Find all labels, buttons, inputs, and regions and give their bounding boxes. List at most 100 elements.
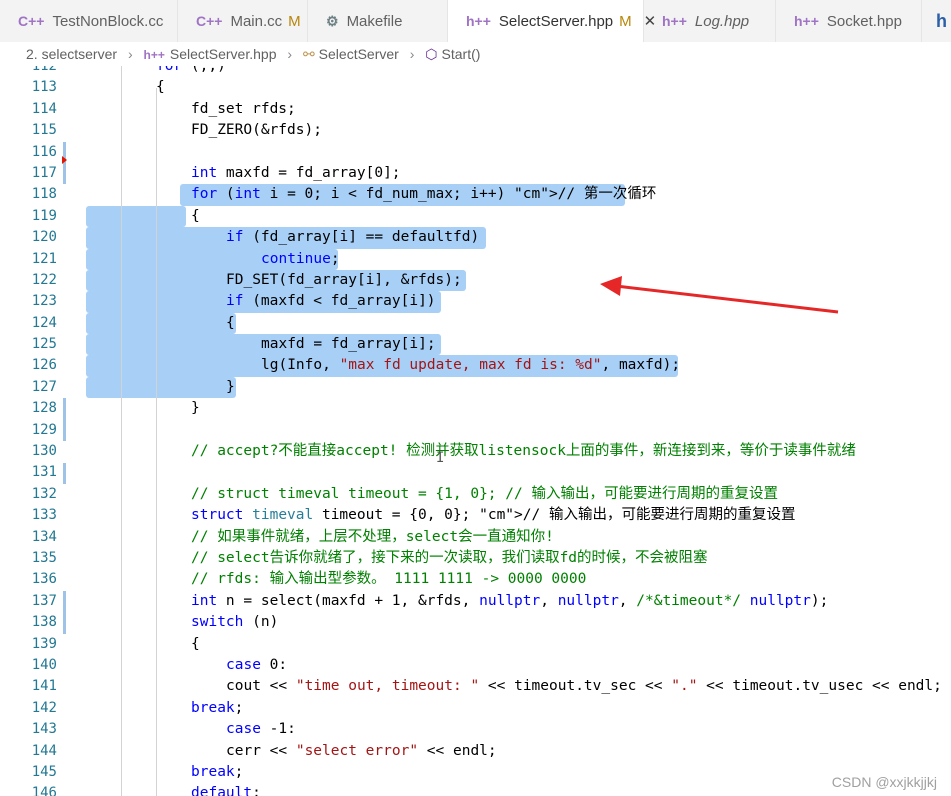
line-number: 120 [31,229,57,246]
code-text: case 0: [226,656,288,673]
code-line[interactable]: 120 if (fd_array[i] == defaultfd) [0,227,951,249]
breadcrumb-file[interactable]: SelectServer.hpp [170,46,277,62]
code-line[interactable]: 134 // 如果事件就绪，上层不处理，select会一直通知你! [0,527,951,548]
code-text: // accept?不能直接accept! 检测并获取listensock上面的… [191,443,856,460]
code-text: cout << "time out, timeout: " << timeout… [226,678,942,695]
selection-highlight [86,376,236,399]
code-text: { [226,314,235,331]
code-lines: 112 for (;;) 113 {114 fd_set rfds; 115 FD_ZERO… [0,66,951,796]
code-line[interactable]: 132 // struct timeval timeout = {1, 0}; /… [0,484,951,505]
tab-testnonblock[interactable]: C++ TestNonBlock.cc [0,0,178,42]
selection-highlight [86,205,186,228]
code-line[interactable]: 126 lg(Info, "max fd update, max fd is: %… [0,355,951,377]
code-line[interactable]: 133 struct timeval timeout = {0, 0}; "cm"… [0,505,951,526]
chevron-right-icon: › [287,46,293,62]
tab-label: Socket.hpp [826,13,902,30]
line-number: 124 [31,314,57,331]
class-symbol-icon: ⚯ [302,46,315,62]
code-line[interactable]: 122 FD_SET(fd_array[i], &rfds); [0,269,951,292]
code-text: case -1: [226,721,296,738]
code-text: fd_set rfds; [191,100,296,117]
code-line[interactable]: 145 break; [0,762,951,783]
code-line[interactable]: 142 break; [0,698,951,719]
line-number: 116 [31,143,57,160]
hpp-file-icon: h [936,11,947,31]
tab-socket[interactable]: h++ Socket.hpp [776,0,922,42]
hpp-file-icon: h++ [794,13,819,29]
code-line[interactable]: 146 default: [0,783,951,796]
code-line[interactable]: 141 cout << "time out, timeout: " << time… [0,676,951,697]
code-line[interactable]: 124 { [0,312,951,335]
line-number: 138 [31,614,57,631]
line-number: 123 [31,293,57,310]
modified-indicator: M [619,13,632,30]
code-line[interactable]: 127} [0,376,951,399]
code-line[interactable]: 131 [0,462,951,483]
code-line[interactable]: 136 // rfds: 输入输出型参数。 1111 1111 -> 0000 0… [0,569,951,590]
line-number: 125 [31,336,57,353]
code-text: int maxfd = fd_array[0]; [191,164,401,181]
code-text: // struct timeval timeout = {1, 0}; // 输… [191,485,778,502]
code-line[interactable]: 116 [0,142,951,163]
code-text: switch (n) [191,614,279,631]
code-line[interactable]: 143 case -1: [0,719,951,740]
code-text: if (fd_array[i] == defaultfd) [226,229,480,246]
code-text: default: [191,785,261,796]
code-line[interactable]: 112 for (;;) [0,66,951,77]
code-text: { [191,207,200,224]
tab-makefile[interactable]: ⚙ Makefile [308,0,448,42]
code-line[interactable]: 140 case 0: [0,655,951,676]
tab-label: Main.cc [230,13,283,30]
code-line[interactable]: 115 FD_ZERO(&rfds); [0,120,951,141]
breadcrumb-folder[interactable]: 2. selectserver [26,46,117,62]
tab-selectserver[interactable]: h++ SelectServer.hpp M ✕ [448,0,656,42]
tab-overflow[interactable]: h [922,0,951,42]
code-line[interactable]: 129 [0,420,951,441]
tab-log[interactable]: h++ Log.hpp [644,0,776,42]
git-change-marker [63,398,66,442]
code-line[interactable]: 139 { [0,634,951,655]
git-change-marker [63,591,66,634]
tab-main[interactable]: C++ Main.cc M [178,0,308,42]
editor-tab-bar: C++ TestNonBlock.cc C++ Main.cc M ⚙ Makefile… [0,0,951,43]
indent-guide [156,88,157,796]
line-number: 133 [31,507,57,524]
code-text: maxfd = fd_array[i]; [261,336,436,353]
code-text: { [156,79,165,96]
line-number: 135 [31,549,57,566]
code-line[interactable]: 135 // select告诉你就绪了，接下来的一次读取，我们读取fd的时候，不会… [0,548,951,569]
code-line[interactable]: 121 continue; [0,248,951,270]
code-text: break; [191,763,244,780]
code-line[interactable]: 128} [0,398,951,419]
hpp-file-icon: h++ [466,13,491,29]
code-text: { [191,635,200,652]
chevron-right-icon: › [127,46,133,62]
line-number: 132 [31,485,57,502]
code-line[interactable]: 119 { [0,205,951,228]
code-editor[interactable]: 112 for (;;) 113 {114 fd_set rfds; 115 FD_ZERO… [0,66,951,796]
code-line[interactable]: 138 switch (n) [0,612,951,633]
breadcrumb-class[interactable]: SelectServer [319,46,399,62]
code-line[interactable]: 118 for (int i = 0; i < fd_num_max; i++) … [0,184,951,206]
line-number: 113 [31,79,57,96]
line-number: 139 [31,635,57,652]
chevron-right-icon: › [409,46,415,62]
code-text: // select告诉你就绪了，接下来的一次读取，我们读取fd的时候，不会被阻塞 [191,549,708,566]
code-text: FD_SET(fd_array[i], &rfds); [226,271,462,288]
line-number: 131 [31,464,57,481]
code-line[interactable]: 144 cerr << "select error" << endl; [0,741,951,762]
line-number: 145 [31,763,57,780]
line-number: 142 [31,699,57,716]
indent-guide [121,66,122,796]
code-line[interactable]: 113 { [0,77,951,98]
code-text: } [226,378,235,395]
code-line[interactable]: 125 maxfd = fd_array[i]; [0,334,951,356]
code-line[interactable]: 117 int maxfd = fd_array[0]; [0,163,951,184]
code-line[interactable]: 123 if (maxfd < fd_array[i]) [0,291,951,313]
code-text: for (int i = 0; i < fd_num_max; i++) "cm… [191,186,657,203]
breadcrumb-method[interactable]: Start() [442,46,481,62]
code-line[interactable]: 137 int n = select(maxfd + 1, &rfds, null… [0,591,951,612]
code-line[interactable]: 130 // accept?不能直接accept! 检测并获取listensock… [0,441,951,462]
code-line[interactable]: 114 fd_set rfds; [0,99,951,120]
code-text: cerr << "select error" << endl; [226,742,497,759]
